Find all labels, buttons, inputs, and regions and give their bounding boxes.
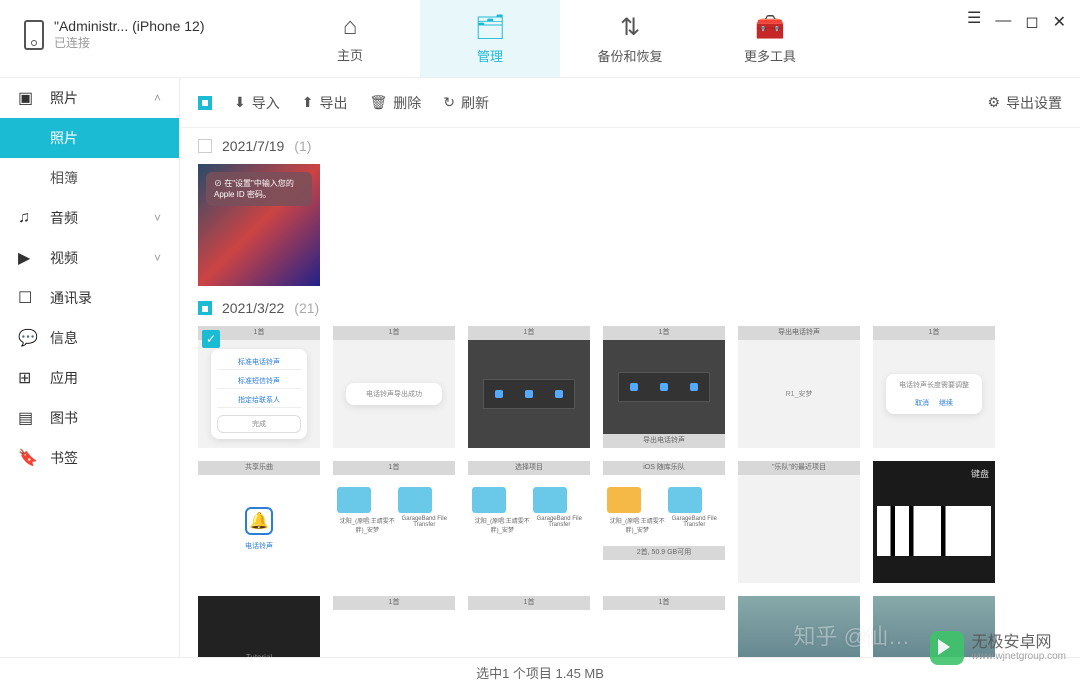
sidebar-audio[interactable]: ♫ 音频 ˅ bbox=[0, 198, 179, 238]
photo-thumb[interactable]: ⊘ 在"设置"中输入您的 Apple ID 密码。 bbox=[198, 164, 320, 286]
sidebar-messages[interactable]: 💬 信息 bbox=[0, 318, 179, 358]
photo-thumb[interactable]: "乐队"的最近项目 bbox=[738, 461, 860, 583]
photo-thumb[interactable]: 1首 沈阳_(原唱:王靖雯不胖)_安梦GarageBand File Trans… bbox=[333, 461, 455, 583]
contact-icon: ☐ bbox=[18, 288, 40, 308]
site-watermark: 无极安卓网 www.wjnetgroup.com bbox=[930, 631, 1066, 665]
photo-thumb[interactable]: 1首 标准电话铃声 标准短信铃声 指定给联系人 完成 bbox=[198, 326, 320, 448]
bookmark-icon: 🔖 bbox=[18, 448, 40, 468]
photo-thumb[interactable]: 1首 电话铃声长度需要调整取消继续 bbox=[873, 326, 995, 448]
photo-thumb[interactable]: 导出电话铃声 R1_安梦 bbox=[738, 326, 860, 448]
export-settings-button[interactable]: ⚙导出设置 bbox=[987, 93, 1062, 113]
toolbox-icon: 🧰 bbox=[755, 13, 785, 42]
sidebar-sub-photos[interactable]: 照片 bbox=[0, 118, 179, 158]
play-icon: ▶ bbox=[18, 248, 40, 268]
phone-icon bbox=[24, 20, 44, 50]
sidebar-photos[interactable]: ▣ 照片 ˄ bbox=[0, 78, 179, 118]
select-all-checkbox[interactable] bbox=[198, 96, 212, 110]
photo-thumb[interactable]: iOS 随库乐队 沈阳_(原唱:王靖雯不胖)_安梦GarageBand File… bbox=[603, 461, 725, 583]
photo-thumb[interactable]: 1首 bbox=[468, 596, 590, 657]
chevron-down-icon: ˅ bbox=[154, 211, 161, 225]
folder-icon: 🗂 bbox=[475, 13, 505, 42]
device-name: "Administr... (iPhone 12) bbox=[54, 18, 204, 34]
photo-thumb[interactable]: 键盘 bbox=[873, 461, 995, 583]
close-button[interactable]: ✕ bbox=[1053, 12, 1066, 32]
chevron-down-icon: ˅ bbox=[154, 251, 161, 265]
trash-icon: 🗑 bbox=[369, 94, 387, 111]
maximize-button[interactable]: ◻ bbox=[1025, 12, 1038, 32]
nav-home[interactable]: ⌂ 主页 bbox=[280, 0, 420, 77]
date-header[interactable]: 2021/7/19 (1) bbox=[198, 138, 1062, 154]
home-icon: ⌂ bbox=[343, 13, 358, 41]
device-status: 已连接 bbox=[54, 34, 204, 51]
date-checkbox[interactable] bbox=[198, 301, 212, 315]
photo-thumb[interactable]: 1首 bbox=[333, 596, 455, 657]
nav-backup[interactable]: ⇅ 备份和恢复 bbox=[560, 0, 700, 77]
gear-icon: ⚙ bbox=[987, 94, 1000, 111]
import-icon: ⬇ bbox=[234, 94, 246, 111]
photo-thumb[interactable]: 1首 bbox=[603, 596, 725, 657]
photo-thumb[interactable]: Tutorial bbox=[198, 596, 320, 657]
logo-icon bbox=[930, 631, 964, 665]
sidebar: ▣ 照片 ˄ 照片 相簿 ♫ 音频 ˅ ▶ 视频 ˅ ☐ 通讯录 💬 信息 ⊞ … bbox=[0, 78, 180, 657]
export-button[interactable]: ⬆导出 bbox=[302, 93, 348, 113]
sidebar-apps[interactable]: ⊞ 应用 bbox=[0, 358, 179, 398]
date-checkbox[interactable] bbox=[198, 139, 212, 153]
music-icon: ♫ bbox=[18, 209, 40, 227]
backup-icon: ⇅ bbox=[620, 13, 640, 42]
nav-manage[interactable]: 🗂 管理 bbox=[420, 0, 560, 77]
photo-thumb[interactable]: 1首 导出电话铃声 bbox=[603, 326, 725, 448]
date-header[interactable]: 2021/3/22 (21) bbox=[198, 300, 1062, 316]
photo-thumb[interactable]: 选择项目 沈阳_(原唱:王靖雯不胖)_安梦GarageBand File Tra… bbox=[468, 461, 590, 583]
status-bar: 选中1 个项目 1.45 MB bbox=[0, 657, 1080, 687]
sidebar-contacts[interactable]: ☐ 通讯录 bbox=[0, 278, 179, 318]
photo-thumb[interactable]: 1首 bbox=[468, 326, 590, 448]
minimize-button[interactable]: — bbox=[995, 12, 1011, 30]
message-icon: 💬 bbox=[18, 328, 40, 348]
sidebar-video[interactable]: ▶ 视频 ˅ bbox=[0, 238, 179, 278]
export-icon: ⬆ bbox=[302, 94, 314, 111]
import-button[interactable]: ⬇导入 bbox=[234, 93, 280, 113]
sidebar-sub-albums[interactable]: 相簿 bbox=[0, 158, 179, 198]
refresh-button[interactable]: ↻刷新 bbox=[443, 93, 489, 113]
selection-status: 选中1 个项目 1.45 MB bbox=[476, 663, 604, 682]
toolbar: ⬇导入 ⬆导出 🗑删除 ↻刷新 ⚙导出设置 bbox=[180, 78, 1080, 128]
chevron-up-icon: ˄ bbox=[154, 91, 161, 105]
photo-thumb[interactable] bbox=[738, 596, 860, 657]
menu-button[interactable]: ☰ bbox=[967, 12, 981, 26]
sidebar-bookmarks[interactable]: 🔖 书签 bbox=[0, 438, 179, 478]
photo-thumb[interactable]: 1首 电话铃声导出成功 bbox=[333, 326, 455, 448]
nav-tools[interactable]: 🧰 更多工具 bbox=[700, 0, 840, 77]
delete-button[interactable]: 🗑删除 bbox=[369, 93, 421, 113]
sidebar-books[interactable]: ▤ 图书 bbox=[0, 398, 179, 438]
refresh-icon: ↻ bbox=[443, 94, 455, 111]
photo-thumb[interactable]: 共享乐曲 🔔电话铃声 bbox=[198, 461, 320, 583]
image-icon: ▣ bbox=[18, 88, 40, 108]
device-info: "Administr... (iPhone 12) 已连接 bbox=[0, 0, 280, 77]
book-icon: ▤ bbox=[18, 408, 40, 428]
apps-icon: ⊞ bbox=[18, 368, 40, 388]
gallery[interactable]: 2021/7/19 (1) ⊘ 在"设置"中输入您的 Apple ID 密码。 … bbox=[180, 128, 1080, 657]
